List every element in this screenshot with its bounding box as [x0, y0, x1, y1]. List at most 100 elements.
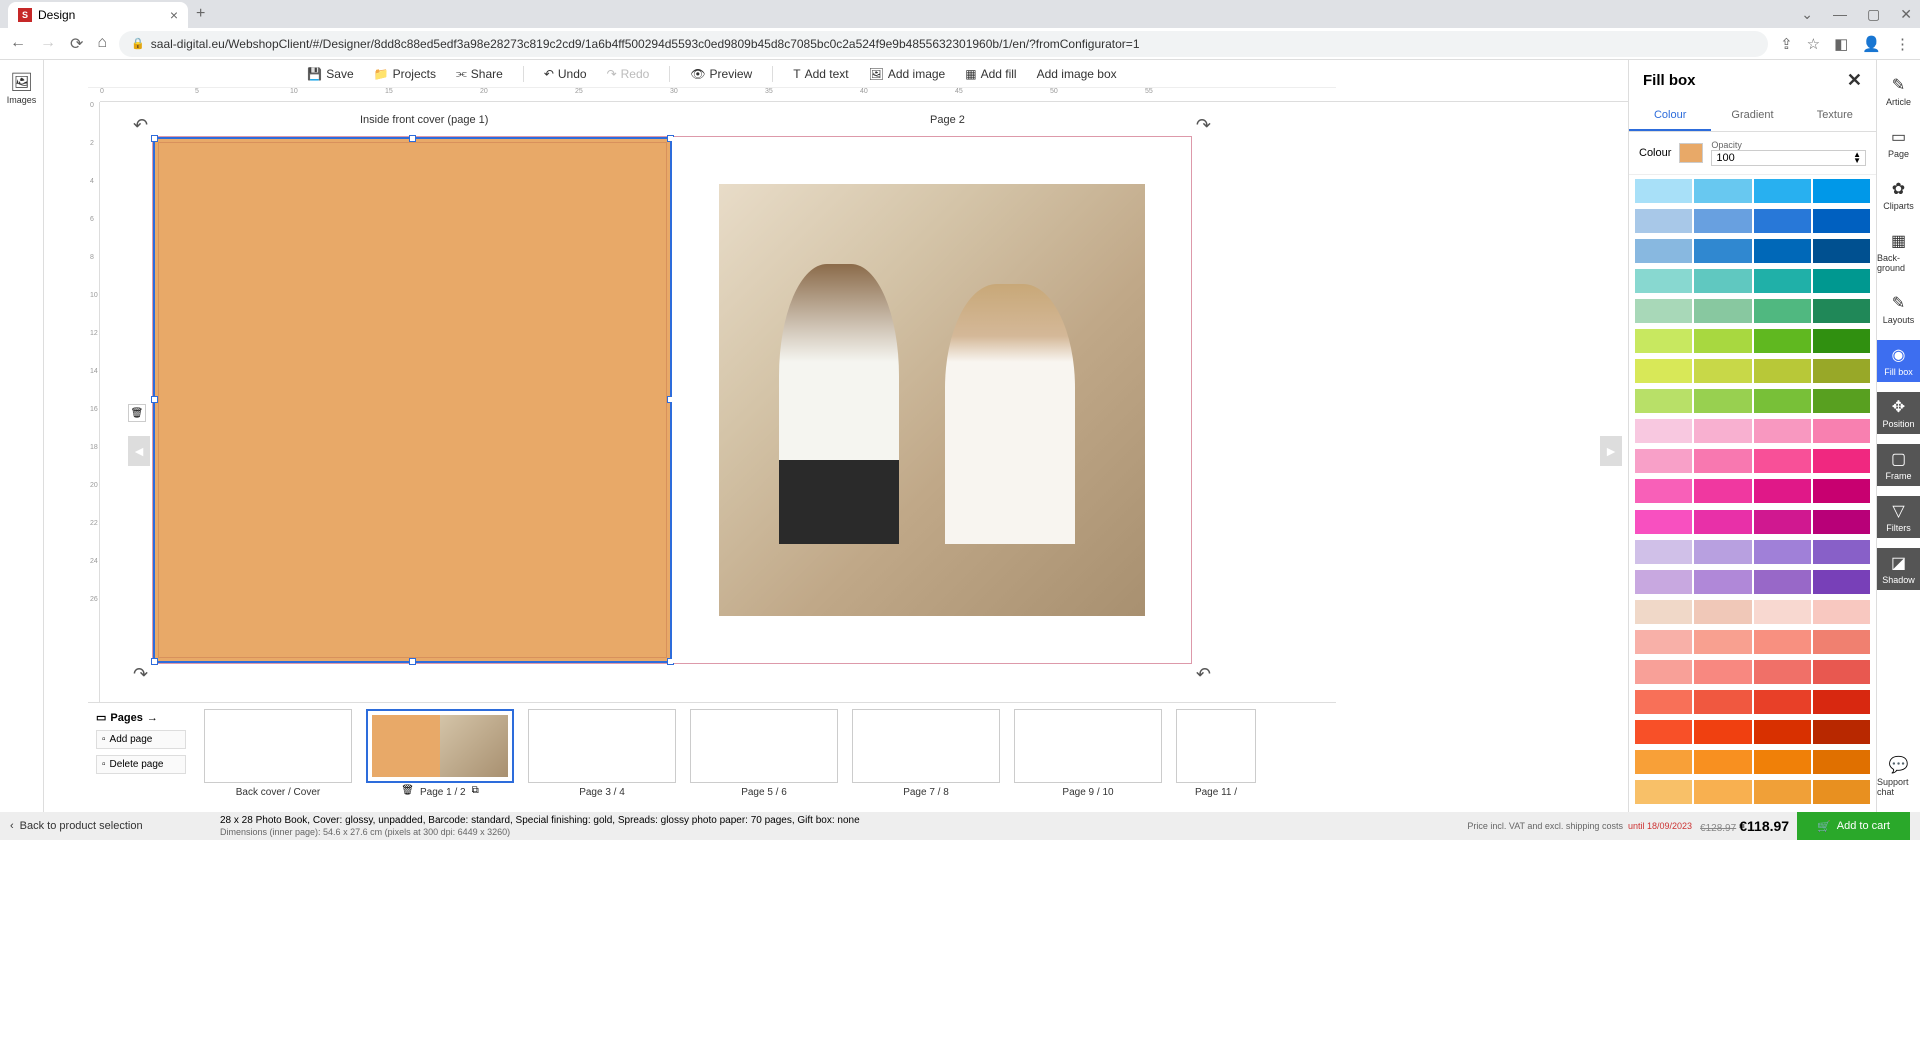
tool-frame[interactable]: ▢Frame — [1877, 444, 1920, 486]
palette-swatch[interactable] — [1754, 209, 1811, 233]
new-tab-button[interactable]: + — [196, 5, 205, 23]
tab-colour[interactable]: Colour — [1629, 101, 1711, 131]
palette-swatch[interactable] — [1813, 630, 1870, 654]
undo-button[interactable]: ↶Undo — [544, 67, 587, 81]
add-image-box-button[interactable]: Add image box — [1037, 67, 1117, 81]
palette-swatch[interactable] — [1635, 209, 1692, 233]
palette-swatch[interactable] — [1635, 389, 1692, 413]
palette-swatch[interactable] — [1754, 389, 1811, 413]
palette-swatch[interactable] — [1813, 479, 1870, 503]
pages-thumbs[interactable]: Back cover / Cover 🗑 Page 1 / 2 ⧉ Pa — [194, 703, 1336, 812]
palette-swatch[interactable] — [1754, 690, 1811, 714]
palette-swatch[interactable] — [1694, 419, 1751, 443]
sidebar-icon[interactable]: ◧ — [1834, 35, 1848, 53]
palette-swatch[interactable] — [1813, 419, 1870, 443]
page-spread[interactable]: ↶ ↷ ↷ ↶ — [152, 136, 1192, 664]
palette-swatch[interactable] — [1635, 540, 1692, 564]
palette-swatch[interactable] — [1694, 720, 1751, 744]
back-to-selection[interactable]: ‹ Back to product selection — [10, 820, 220, 832]
palette-swatch[interactable] — [1813, 359, 1870, 383]
preview-button[interactable]: 👁Preview — [690, 67, 752, 81]
reload-icon[interactable]: ⟳ — [70, 34, 83, 54]
tool-filters[interactable]: ▽Filters — [1877, 496, 1920, 538]
resize-handle[interactable] — [151, 658, 158, 665]
support-chat[interactable]: 💬Support chat — [1877, 750, 1920, 802]
palette-swatch[interactable] — [1813, 660, 1870, 684]
page-thumb[interactable]: Page 9 / 10 — [1014, 709, 1162, 806]
home-icon[interactable]: ⌂ — [97, 34, 107, 54]
projects-button[interactable]: 📁Projects — [374, 67, 436, 81]
page-thumb[interactable]: Page 5 / 6 — [690, 709, 838, 806]
tool-background[interactable]: ▦Back-ground — [1877, 226, 1920, 278]
palette-swatch[interactable] — [1635, 570, 1692, 594]
palette-swatch[interactable] — [1694, 690, 1751, 714]
browser-tab[interactable]: S Design × — [8, 2, 188, 28]
next-page-arrow[interactable]: ► — [1600, 436, 1622, 466]
tool-page[interactable]: ▭Page — [1877, 122, 1920, 164]
chevron-down-icon[interactable]: ⌄ — [1801, 6, 1813, 23]
palette-swatch[interactable] — [1754, 750, 1811, 774]
palette-swatch[interactable] — [1694, 660, 1751, 684]
save-button[interactable]: 💾Save — [307, 67, 353, 81]
forward-icon[interactable]: → — [40, 34, 56, 54]
resize-handle[interactable] — [409, 658, 416, 665]
palette-swatch[interactable] — [1635, 780, 1692, 804]
palette-swatch[interactable] — [1635, 239, 1692, 263]
palette-swatch[interactable] — [1635, 690, 1692, 714]
palette-swatch[interactable] — [1694, 600, 1751, 624]
palette-swatch[interactable] — [1694, 479, 1751, 503]
palette-swatch[interactable] — [1754, 660, 1811, 684]
back-icon[interactable]: ← — [10, 34, 26, 54]
tool-shadow[interactable]: ◪Shadow — [1877, 548, 1920, 590]
palette-swatch[interactable] — [1635, 329, 1692, 353]
star-icon[interactable]: ☆ — [1807, 35, 1820, 53]
resize-handle[interactable] — [151, 135, 158, 142]
selected-fill-box[interactable] — [153, 137, 672, 663]
close-window-icon[interactable]: ✕ — [1900, 6, 1912, 23]
palette-swatch[interactable] — [1694, 630, 1751, 654]
minimize-icon[interactable]: — — [1833, 6, 1847, 23]
stepper-icon[interactable]: ▲▼ — [1853, 152, 1861, 163]
palette-swatch[interactable] — [1635, 269, 1692, 293]
add-fill-button[interactable]: ▦Add fill — [965, 67, 1016, 81]
palette-swatch[interactable] — [1694, 359, 1751, 383]
palette-swatch[interactable] — [1694, 510, 1751, 534]
page-right[interactable] — [672, 137, 1191, 663]
page-thumb[interactable]: Page 11 / — [1176, 709, 1256, 806]
palette-swatch[interactable] — [1754, 179, 1811, 203]
palette-swatch[interactable] — [1694, 239, 1751, 263]
palette-swatch[interactable] — [1813, 449, 1870, 473]
palette-swatch[interactable] — [1754, 479, 1811, 503]
photo-placeholder[interactable] — [719, 184, 1145, 616]
sidebar-images[interactable]: 🖼 Images — [7, 72, 37, 105]
share-icon[interactable]: ⇪ — [1780, 35, 1793, 53]
add-text-button[interactable]: TAdd text — [793, 67, 848, 81]
palette-swatch[interactable] — [1813, 720, 1870, 744]
tool-layouts[interactable]: ✎Layouts — [1877, 288, 1920, 330]
palette-swatch[interactable] — [1754, 510, 1811, 534]
palette-swatch[interactable] — [1813, 389, 1870, 413]
palette-swatch[interactable] — [1754, 540, 1811, 564]
tab-texture[interactable]: Texture — [1794, 101, 1876, 131]
palette-swatch[interactable] — [1754, 449, 1811, 473]
url-input[interactable]: 🔒 saal-digital.eu/WebshopClient/#/Design… — [119, 31, 1768, 57]
palette-swatch[interactable] — [1635, 600, 1692, 624]
opacity-input[interactable]: Opacity 100 ▲▼ — [1711, 140, 1866, 166]
page-thumb[interactable]: Back cover / Cover — [204, 709, 352, 806]
redo-button[interactable]: ↷Redo — [607, 67, 650, 81]
close-tab-icon[interactable]: × — [170, 7, 178, 23]
palette-swatch[interactable] — [1754, 359, 1811, 383]
profile-icon[interactable]: 👤 — [1862, 35, 1881, 53]
palette-swatch[interactable] — [1635, 750, 1692, 774]
palette-swatch[interactable] — [1635, 720, 1692, 744]
palette-swatch[interactable] — [1694, 449, 1751, 473]
palette-swatch[interactable] — [1754, 299, 1811, 323]
palette-swatch[interactable] — [1694, 570, 1751, 594]
close-panel-icon[interactable]: ✕ — [1847, 70, 1862, 91]
tab-gradient[interactable]: Gradient — [1711, 101, 1793, 131]
palette-swatch[interactable] — [1635, 630, 1692, 654]
add-page-button[interactable]: ▫ Add page — [96, 730, 186, 749]
palette-swatch[interactable] — [1635, 419, 1692, 443]
page-left[interactable] — [153, 137, 672, 663]
resize-handle[interactable] — [151, 396, 158, 403]
